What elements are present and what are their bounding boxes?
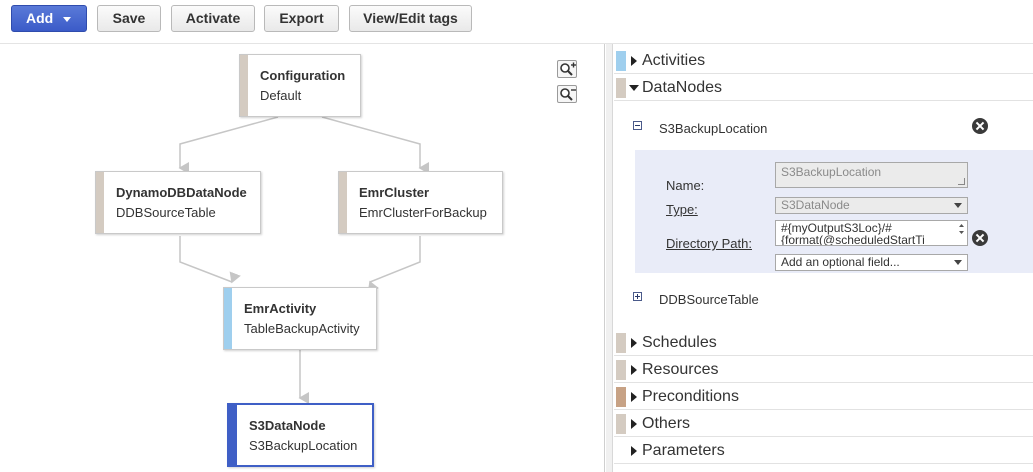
graph-node-s3datanode[interactable]: S3DataNode S3BackupLocation: [227, 403, 374, 467]
section-label: DataNodes: [642, 79, 723, 96]
section-schedules[interactable]: Schedules: [614, 330, 1033, 356]
section-color-bar: [616, 51, 626, 71]
section-color-bar: [616, 387, 626, 407]
section-color-bar: [616, 360, 626, 380]
section-parameters[interactable]: Parameters: [614, 438, 1033, 464]
node-color-bar: [339, 172, 347, 233]
section-label: Schedules: [642, 334, 717, 351]
directory-path-line-2: {format(@scheduledStartTi: [781, 233, 925, 246]
resize-handle-icon: [958, 178, 965, 185]
name-field-label: Name:: [666, 178, 705, 193]
graph-node-dynamodb[interactable]: DynamoDBDataNode DDBSourceTable: [95, 171, 261, 234]
edge-ddb-activity: [179, 236, 241, 284]
add-optional-field-select[interactable]: Add an optional field...: [775, 254, 968, 271]
section-color-bar: [616, 78, 626, 98]
node-type: EmrActivity: [244, 301, 317, 316]
zoom-in-icon: [560, 62, 576, 76]
section-label: Activities: [642, 52, 706, 69]
chevron-down-icon: [63, 17, 71, 22]
node-type: DynamoDBDataNode: [116, 185, 247, 200]
zoom-out-icon: [560, 88, 576, 101]
node-color-bar: [224, 288, 232, 349]
activate-button[interactable]: Activate: [171, 5, 255, 32]
remove-field-icon[interactable]: [972, 230, 988, 246]
node-name: EmrClusterForBackup: [359, 205, 487, 220]
export-button[interactable]: Export: [264, 5, 339, 32]
expand-arrow-icon: [631, 56, 637, 66]
name-field-value: S3BackupLocation: [781, 165, 882, 179]
expand-arrow-icon: [631, 392, 637, 402]
panel-splitter[interactable]: [606, 44, 613, 472]
section-activities[interactable]: Activities: [614, 48, 1033, 74]
section-resources[interactable]: Resources: [614, 357, 1033, 383]
edge-config-emr: [321, 116, 429, 174]
zoom-out-button[interactable]: [557, 85, 577, 103]
edge-config-ddb: [178, 116, 279, 174]
graph-node-emrcluster[interactable]: EmrCluster EmrClusterForBackup: [338, 171, 503, 234]
datanode-item-ddbsourcetable[interactable]: DDBSourceTable: [659, 292, 759, 307]
section-label: Parameters: [642, 442, 725, 459]
save-button[interactable]: Save: [97, 5, 161, 32]
node-name: Default: [260, 88, 302, 103]
pipeline-graph-canvas[interactable]: Configuration Default DynamoDBDataNode D…: [0, 44, 605, 472]
expand-arrow-icon: [631, 338, 637, 348]
scroll-arrows-icon[interactable]: [957, 222, 966, 236]
graph-node-configuration[interactable]: Configuration Default: [239, 54, 361, 117]
collapse-minus-icon[interactable]: [633, 121, 642, 130]
node-name: S3BackupLocation: [249, 438, 358, 453]
node-name: DDBSourceTable: [116, 205, 216, 220]
section-others[interactable]: Others: [614, 411, 1033, 437]
toolbar: Add Save Activate Export View/Edit tags: [0, 0, 1033, 44]
node-type: EmrCluster: [359, 185, 430, 200]
zoom-in-button[interactable]: [557, 60, 577, 78]
node-type: S3DataNode: [249, 418, 326, 433]
expand-arrow-icon: [631, 446, 637, 456]
section-color-bar: [616, 414, 626, 434]
edge-emr-activity: [367, 236, 421, 293]
node-color-bar: [229, 405, 237, 465]
datanode-item-s3backuplocation[interactable]: S3BackupLocation: [659, 121, 767, 136]
directory-path-label: Directory Path:: [666, 236, 752, 251]
section-label: Resources: [642, 361, 719, 378]
section-color-bar: [616, 333, 626, 353]
add-button[interactable]: Add: [11, 5, 87, 32]
section-preconditions[interactable]: Preconditions: [614, 384, 1033, 410]
section-label: Preconditions: [642, 388, 739, 405]
section-label: Others: [642, 415, 691, 432]
expand-arrow-icon: [631, 419, 637, 429]
type-select: S3DataNode: [775, 197, 968, 214]
collapse-arrow-icon: [629, 85, 639, 91]
expand-plus-icon[interactable]: [633, 292, 642, 301]
name-field: S3BackupLocation: [775, 162, 968, 188]
section-datanodes[interactable]: DataNodes: [614, 75, 1033, 101]
directory-path-field[interactable]: #{myOutputS3Loc}/# {format(@scheduledSta…: [775, 220, 968, 246]
node-color-bar: [96, 172, 104, 233]
properties-panel: Activities DataNodes S3BackupLocation Na…: [614, 44, 1033, 472]
node-type: Configuration: [260, 68, 346, 83]
add-button-label: Add: [26, 10, 54, 26]
node-color-bar: [240, 55, 248, 116]
node-name: TableBackupActivity: [244, 321, 360, 336]
datanode-properties-form: Name: S3BackupLocation Type: S3DataNode …: [635, 150, 1033, 273]
type-field-label: Type:: [666, 202, 698, 217]
graph-node-emractivity[interactable]: EmrActivity TableBackupActivity: [223, 287, 377, 350]
delete-object-icon[interactable]: [972, 118, 988, 134]
view-edit-tags-button[interactable]: View/Edit tags: [349, 5, 472, 32]
expand-arrow-icon: [631, 365, 637, 375]
